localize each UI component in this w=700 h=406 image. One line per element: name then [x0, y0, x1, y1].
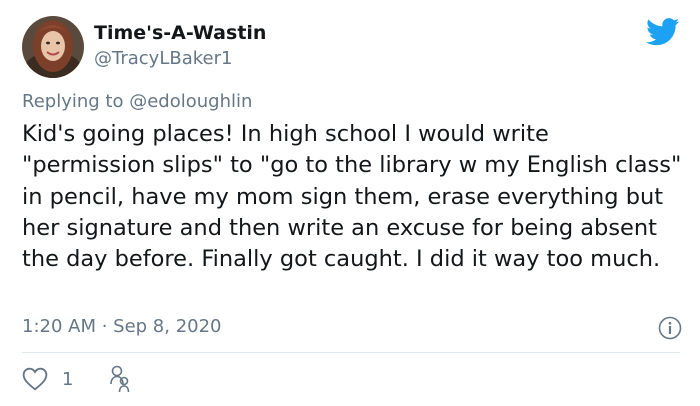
twitter-bird-icon[interactable]	[646, 18, 680, 46]
tweet-timestamp[interactable]: 1:20 AM · Sep 8, 2020	[22, 316, 222, 337]
replying-to-label: Replying to	[22, 91, 124, 112]
heart-icon	[22, 367, 48, 391]
info-icon[interactable]	[658, 316, 682, 340]
people-icon[interactable]	[108, 364, 132, 394]
tweet-text: Kid's going places! In high school I wou…	[22, 121, 682, 273]
reply-mention-link[interactable]: @edoloughlin	[129, 91, 252, 112]
like-count: 1	[62, 368, 74, 390]
like-button[interactable]: 1	[22, 366, 73, 392]
replying-to: Replying to @edoloughlin	[22, 91, 252, 112]
display-name[interactable]: Time's-A-Wastin	[94, 22, 266, 44]
avatar[interactable]	[22, 16, 84, 78]
tweet-card: Time's-A-Wastin @TracyLBaker1 Replying t…	[0, 0, 700, 406]
divider	[22, 352, 680, 353]
user-handle[interactable]: @TracyLBaker1	[94, 48, 232, 69]
